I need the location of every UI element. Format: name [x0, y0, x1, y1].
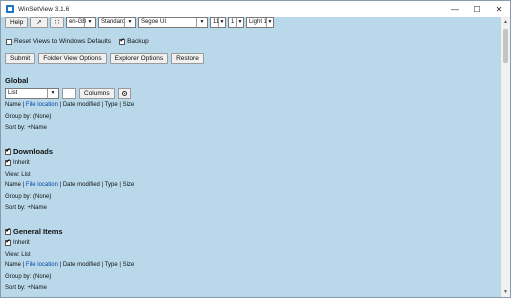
downloads-checkbox[interactable] [5, 147, 11, 155]
columns-input[interactable] [62, 88, 76, 99]
vertical-scrollbar[interactable]: ▲ ▼ [501, 17, 510, 297]
scroll-down-icon[interactable]: ▼ [501, 288, 510, 296]
folder-view-options-button[interactable]: Folder View Options [38, 53, 107, 64]
chevron-down-icon: ▼ [195, 18, 207, 27]
general-items-view: View: List [5, 252, 31, 258]
global-columns-line: Name | File location | Date modified | T… [5, 102, 135, 108]
app-window: WinSetView 3.1.6 — ☐ ✕ Help ➚ ∷ en-GB ▼ S… [0, 0, 511, 298]
help-button[interactable]: Help [5, 17, 29, 28]
window-title: WinSetView 3.1.6 [18, 5, 70, 13]
global-view-select[interactable]: List ▼ [5, 88, 59, 99]
downloads-sort-by: Sort by: +Name [5, 205, 47, 211]
reset-checkbox[interactable]: Reset Views to Windows Defaults [6, 38, 111, 45]
general-items-checkbox[interactable] [5, 227, 11, 235]
downloads-inherit-checkbox[interactable]: Inherit [5, 158, 30, 166]
explorer-options-button[interactable]: Explorer Options [109, 53, 169, 64]
app-icon [6, 5, 14, 13]
title-bar: WinSetView 3.1.6 — ☐ ✕ [1, 1, 510, 17]
general-items-sort-by: Sort by: +Name [5, 285, 47, 291]
maximize-icon[interactable]: ☐ [466, 1, 488, 17]
dots-button[interactable]: ∷ [49, 17, 64, 28]
options-row: Reset Views to Windows Defaults Backup [6, 37, 149, 45]
submit-button[interactable]: Submit [5, 53, 36, 64]
pin-button[interactable]: ➚ [30, 17, 48, 28]
toolbar: Help ➚ ∷ en-GB ▼ Standard ▼ Segoe UI ▼ 11 ▼ … [5, 17, 274, 28]
mode-select[interactable]: Standard ▼ [97, 17, 136, 28]
language-select[interactable]: en-GB ▼ [65, 17, 96, 28]
chevron-down-icon: ▼ [217, 18, 225, 27]
columns-button[interactable]: Columns [79, 88, 115, 99]
global-group-by: Group by: (None) [5, 114, 52, 120]
global-section-title: Global [5, 76, 29, 85]
general-items-inherit-checkbox[interactable]: Inherit [5, 238, 30, 246]
backup-checkbox-box[interactable] [119, 37, 126, 45]
target-button[interactable] [117, 88, 131, 99]
general-items-group-by: Group by: (None) [5, 274, 52, 280]
scroll-up-icon[interactable]: ▲ [501, 18, 510, 26]
chevron-down-icon: ▼ [265, 18, 273, 27]
chevron-down-icon: ▼ [235, 18, 243, 27]
action-buttons: Submit Folder View Options Explorer Opti… [5, 53, 204, 64]
font-size-select[interactable]: 11 ▼ [209, 17, 226, 28]
downloads-view: View: List [5, 172, 31, 178]
general-items-section-header: General Items [5, 227, 63, 236]
minimize-icon[interactable]: — [444, 1, 466, 17]
restore-button[interactable]: Restore [171, 53, 204, 64]
reset-checkbox-box[interactable] [6, 38, 12, 45]
general-items-title: General Items [13, 227, 63, 236]
global-sort-by: Sort by: +Name [5, 125, 47, 131]
target-icon [121, 91, 127, 96]
file-location-link[interactable]: File location [26, 102, 58, 108]
downloads-section-header: Downloads [5, 147, 53, 156]
theme-select[interactable]: Light 1 ▼ [245, 17, 274, 28]
spacing-select[interactable]: 1 ▼ [227, 17, 244, 28]
chevron-down-icon: ▼ [47, 89, 58, 98]
scroll-thumb[interactable] [503, 29, 508, 63]
file-location-link[interactable]: File location [26, 182, 58, 188]
general-items-columns-line: Name | File location | Date modified | T… [5, 262, 135, 268]
dots-icon: ∷ [54, 19, 59, 26]
chevron-down-icon: ▼ [83, 18, 95, 27]
chevron-down-icon: ▼ [123, 18, 135, 27]
main-content: Help ➚ ∷ en-GB ▼ Standard ▼ Segoe UI ▼ 11 ▼ … [1, 17, 501, 297]
window-controls: — ☐ ✕ [444, 1, 510, 17]
global-controls: List ▼ Columns [5, 88, 131, 99]
pin-icon: ➚ [36, 19, 42, 26]
downloads-group-by: Group by: (None) [5, 194, 52, 200]
close-icon[interactable]: ✕ [488, 1, 510, 17]
downloads-columns-line: Name | File location | Date modified | T… [5, 182, 135, 188]
backup-checkbox[interactable]: Backup [119, 37, 149, 45]
downloads-title: Downloads [13, 147, 54, 156]
font-select[interactable]: Segoe UI ▼ [137, 17, 208, 28]
file-location-link[interactable]: File location [26, 262, 58, 268]
